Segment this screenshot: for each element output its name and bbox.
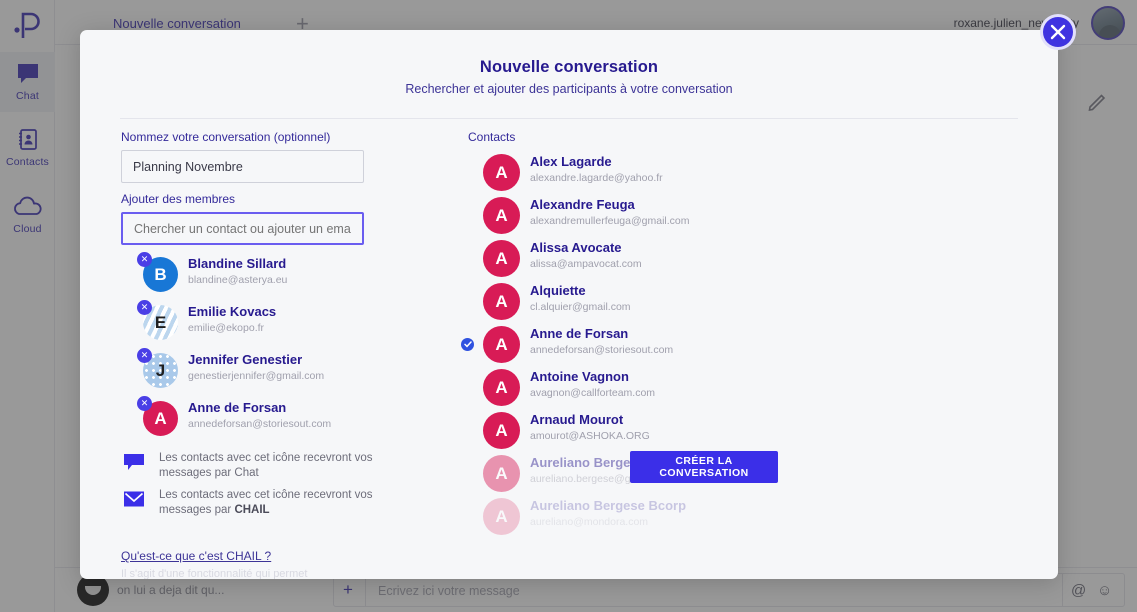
channel-legend: Les contacts avec cet icône recevront vo… <box>121 451 389 525</box>
contact-email: amourot@ASHOKA.ORG <box>530 430 650 442</box>
close-icon[interactable] <box>1040 14 1076 50</box>
selected-member-row: ✕ A Anne de Forsan annedeforsan@storiesout.… <box>121 396 386 441</box>
add-members-label: Ajouter des membres <box>121 192 236 206</box>
chail-info-faded-text: Il s'agit d'une fonctionnalité qui perme… <box>121 568 308 579</box>
contact-row[interactable]: A Aureliano Bergese Bcorp aureliano@mondor… <box>388 496 1058 539</box>
selected-check-icon <box>461 338 474 351</box>
avatar: A <box>483 498 520 535</box>
create-conversation-button[interactable]: CRÉER LA CONVERSATION <box>630 451 778 483</box>
legend-text-chat: Les contacts avec cet icône recevront vo… <box>159 452 373 479</box>
contact-email: alexandre.lagarde@yahoo.fr <box>530 172 663 184</box>
contact-name: Antoine Vagnon <box>530 369 629 384</box>
contact-row[interactable]: A Alquiette cl.alquier@gmail.com <box>388 281 1058 324</box>
contact-email: alissa@ampavocat.com <box>530 258 642 270</box>
contact-search-input[interactable] <box>121 212 364 245</box>
legend-row-chat: Les contacts avec cet icône recevront vo… <box>121 451 389 485</box>
envelope-icon <box>123 490 145 508</box>
contact-email: aureliano@mondora.com <box>530 516 649 528</box>
selected-member-name: Anne de Forsan <box>188 400 287 415</box>
contact-name: Alex Lagarde <box>530 154 612 169</box>
contact-email: avagnon@callforteam.com <box>530 387 656 399</box>
divider <box>120 118 1018 119</box>
remove-icon[interactable]: ✕ <box>137 396 152 411</box>
selected-member-row: ✕ J Jennifer Genestier genestierjennifer@gm… <box>121 348 386 393</box>
contact-email: cl.alquier@gmail.com <box>530 301 631 313</box>
selected-members-list: ✕ B Blandine Sillard blandine@asterya.eu ✕ E E… <box>121 252 386 441</box>
selected-member-email: emilie@ekopo.fr <box>188 322 265 334</box>
contact-name: Anne de Forsan <box>530 326 629 341</box>
conversation-name-label: Nommez votre conversation (optionnel) <box>121 130 331 144</box>
chail-info-link[interactable]: Qu'est-ce que c'est CHAIL ? <box>121 549 271 563</box>
modal-subtitle: Rechercher et ajouter des participants à… <box>405 82 733 96</box>
contact-row[interactable]: A Antoine Vagnon avagnon@callforteam.com <box>388 367 1058 410</box>
selected-member-row: ✕ B Blandine Sillard blandine@asterya.eu <box>121 252 386 297</box>
contact-row[interactable]: A Alissa Avocate alissa@ampavocat.com <box>388 238 1058 281</box>
remove-icon[interactable]: ✕ <box>137 252 152 267</box>
contact-name: Alquiette <box>530 283 586 298</box>
contact-row[interactable]: A Alexandre Feuga alexandremullerfeuga@gma… <box>388 195 1058 238</box>
contact-name: Aureliano Bergese Bcorp <box>530 498 687 513</box>
selected-member-name: Jennifer Genestier <box>188 352 303 367</box>
contact-row[interactable]: A Anne de Forsan annedeforsan@storiesout.c… <box>388 324 1058 367</box>
selected-member-name: Emilie Kovacs <box>188 304 277 319</box>
contacts-label: Contacts <box>468 130 516 144</box>
contacts-list[interactable]: A Alex Lagarde alexandre.lagarde@yahoo.fr A… <box>388 152 1058 579</box>
legend-text-chail-bold: CHAIL <box>234 503 270 516</box>
avatar: A <box>483 154 520 191</box>
contact-name: Alissa Avocate <box>530 240 622 255</box>
contact-email: annedeforsan@storiesout.com <box>530 344 674 356</box>
modal-right-column: Contacts A Alex Lagarde alexandre.lagarde@… <box>388 130 1058 579</box>
remove-icon[interactable]: ✕ <box>137 348 152 363</box>
chat-bubble-icon <box>123 453 145 471</box>
modal-title: Nouvelle conversation <box>479 58 659 76</box>
contact-name: Alexandre Feuga <box>530 197 635 212</box>
new-conversation-modal: Nouvelle conversation Rechercher et ajou… <box>80 30 1058 579</box>
avatar: A <box>483 369 520 406</box>
selected-member-row: ✕ E Emilie Kovacs emilie@ekopo.fr <box>121 300 386 345</box>
avatar: A <box>483 412 520 449</box>
avatar: A <box>483 197 520 234</box>
selected-member-name: Blandine Sillard <box>188 256 287 271</box>
avatar: A <box>483 455 520 492</box>
avatar: A <box>483 283 520 320</box>
contact-row[interactable]: A Alex Lagarde alexandre.lagarde@yahoo.fr <box>388 152 1058 195</box>
legend-row-chail: Les contacts avec cet icône recevront vo… <box>121 488 389 522</box>
conversation-name-input[interactable] <box>121 150 364 183</box>
avatar: A <box>483 240 520 277</box>
contact-row[interactable]: A Arnaud Mourot amourot@ASHOKA.ORG <box>388 410 1058 453</box>
contact-name: Arnaud Mourot <box>530 412 624 427</box>
avatar: A <box>483 326 520 363</box>
selected-member-email: annedeforsan@storiesout.com <box>188 418 332 430</box>
contact-email: alexandremullerfeuga@gmail.com <box>530 215 690 227</box>
selected-member-email: blandine@asterya.eu <box>188 274 288 286</box>
selected-member-email: genestierjennifer@gmail.com <box>188 370 325 382</box>
remove-icon[interactable]: ✕ <box>137 300 152 315</box>
